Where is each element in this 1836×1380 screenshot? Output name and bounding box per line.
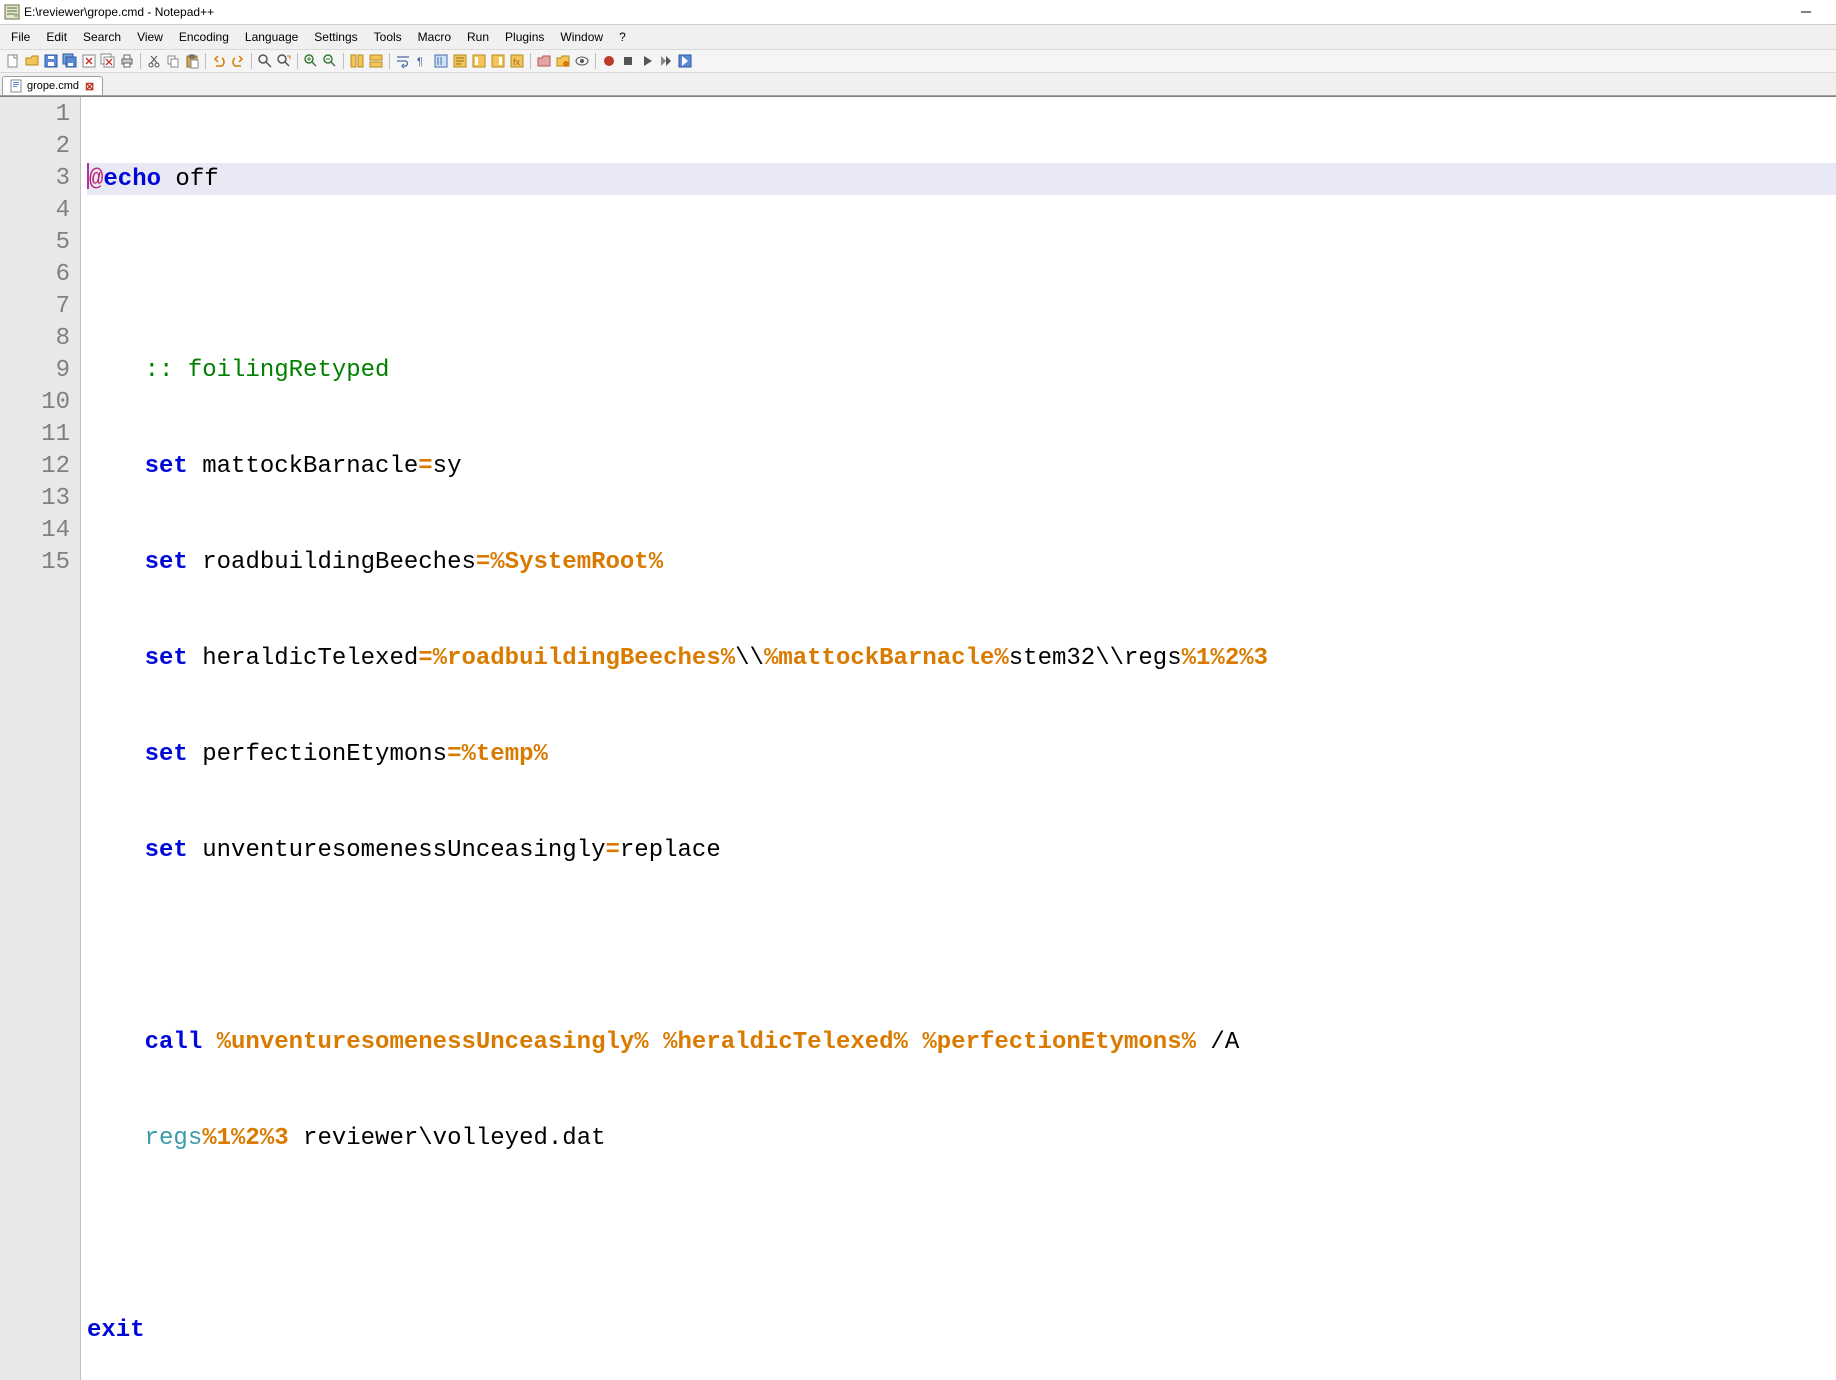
- func-list-icon[interactable]: fx: [508, 52, 526, 70]
- line-number: 10: [0, 387, 70, 419]
- save-icon[interactable]: [42, 52, 60, 70]
- record-macro-icon[interactable]: [600, 52, 618, 70]
- undo-icon[interactable]: [210, 52, 228, 70]
- toolbar-separator: [297, 53, 298, 69]
- code-line[interactable]: set perfectionEtymons=%temp%: [87, 739, 1836, 771]
- title-bar: E:\reviewer\grope.cmd - Notepad++: [0, 0, 1836, 25]
- code-line[interactable]: exit: [87, 1315, 1836, 1347]
- toolbar: ¶ fx: [0, 50, 1836, 73]
- code-line[interactable]: call %unventuresomenessUnceasingly% %her…: [87, 1027, 1836, 1059]
- toolbar-separator: [530, 53, 531, 69]
- sync-v-icon[interactable]: [348, 52, 366, 70]
- menu-search[interactable]: Search: [76, 28, 128, 46]
- menu-window[interactable]: Window: [553, 28, 610, 46]
- redo-icon[interactable]: [229, 52, 247, 70]
- line-number: 4: [0, 195, 70, 227]
- line-number-gutter: 1 2 3 4 5 6 7 8 9 10 11 12 13 14 15: [0, 97, 81, 1380]
- play-multi-icon[interactable]: [657, 52, 675, 70]
- save-all-icon[interactable]: [61, 52, 79, 70]
- show-all-chars-icon[interactable]: ¶: [413, 52, 431, 70]
- open-file-icon[interactable]: [23, 52, 41, 70]
- print-icon[interactable]: [118, 52, 136, 70]
- line-number: 2: [0, 131, 70, 163]
- menu-run[interactable]: Run: [460, 28, 496, 46]
- line-number: 1: [0, 99, 70, 131]
- minimize-button[interactable]: [1788, 3, 1824, 21]
- cut-icon[interactable]: [145, 52, 163, 70]
- zoom-in-icon[interactable]: [302, 52, 320, 70]
- indent-guide-icon[interactable]: [432, 52, 450, 70]
- sync-h-icon[interactable]: [367, 52, 385, 70]
- close-file-icon[interactable]: [80, 52, 98, 70]
- tab-bar: grope.cmd ⊠: [0, 73, 1836, 96]
- code-line[interactable]: [87, 1219, 1836, 1251]
- code-line[interactable]: :: foilingRetyped: [87, 355, 1836, 387]
- app-icon: [4, 4, 20, 20]
- line-number: 8: [0, 323, 70, 355]
- file-tab[interactable]: grope.cmd ⊠: [2, 76, 103, 95]
- code-line[interactable]: set roadbuildingBeeches=%SystemRoot%: [87, 547, 1836, 579]
- menu-bar: File Edit Search View Encoding Language …: [0, 25, 1836, 50]
- menu-macro[interactable]: Macro: [411, 28, 458, 46]
- code-area[interactable]: @echo off :: foilingRetyped set mattockB…: [81, 97, 1836, 1380]
- play-macro-icon[interactable]: [638, 52, 656, 70]
- code-line[interactable]: set mattockBarnacle=sy: [87, 451, 1836, 483]
- wordwrap-icon[interactable]: [394, 52, 412, 70]
- stop-macro-icon[interactable]: [619, 52, 637, 70]
- toolbar-separator: [251, 53, 252, 69]
- copy-icon[interactable]: [164, 52, 182, 70]
- folder-asworkspace-icon[interactable]: [554, 52, 572, 70]
- code-line[interactable]: regs%1%2%3 reviewer\volleyed.dat: [87, 1123, 1836, 1155]
- folder-workspace-icon[interactable]: [535, 52, 553, 70]
- code-line[interactable]: [87, 931, 1836, 963]
- menu-language[interactable]: Language: [238, 28, 305, 46]
- line-number: 13: [0, 483, 70, 515]
- window-title: E:\reviewer\grope.cmd - Notepad++: [24, 5, 214, 19]
- tab-close-icon[interactable]: ⊠: [83, 80, 96, 93]
- close-all-icon[interactable]: [99, 52, 117, 70]
- svg-text:¶: ¶: [417, 56, 423, 68]
- menu-file[interactable]: File: [4, 28, 37, 46]
- line-number: 12: [0, 451, 70, 483]
- code-line[interactable]: set heraldicTelexed=%roadbuildingBeeches…: [87, 643, 1836, 675]
- monitor-icon[interactable]: [573, 52, 591, 70]
- line-number: 5: [0, 227, 70, 259]
- toolbar-separator: [595, 53, 596, 69]
- menu-view[interactable]: View: [130, 28, 170, 46]
- doc-map-icon[interactable]: [470, 52, 488, 70]
- paste-icon[interactable]: [183, 52, 201, 70]
- line-number: 14: [0, 515, 70, 547]
- save-macro-icon[interactable]: [676, 52, 694, 70]
- menu-tools[interactable]: Tools: [367, 28, 409, 46]
- line-number: 15: [0, 547, 70, 579]
- replace-icon[interactable]: [275, 52, 293, 70]
- line-number: 11: [0, 419, 70, 451]
- menu-help[interactable]: ?: [612, 28, 633, 46]
- doc-list-icon[interactable]: [489, 52, 507, 70]
- toolbar-separator: [343, 53, 344, 69]
- menu-settings[interactable]: Settings: [307, 28, 364, 46]
- toolbar-separator: [389, 53, 390, 69]
- find-icon[interactable]: [256, 52, 274, 70]
- code-line[interactable]: set unventuresomenessUnceasingly=replace: [87, 835, 1836, 867]
- code-line[interactable]: @echo off: [87, 163, 1836, 195]
- tab-label: grope.cmd: [27, 80, 79, 92]
- editor[interactable]: 1 2 3 4 5 6 7 8 9 10 11 12 13 14 15 @ech…: [0, 96, 1836, 1380]
- new-file-icon[interactable]: [4, 52, 22, 70]
- zoom-out-icon[interactable]: [321, 52, 339, 70]
- file-icon: [9, 79, 23, 93]
- toolbar-separator: [140, 53, 141, 69]
- udl-icon[interactable]: [451, 52, 469, 70]
- line-number: 7: [0, 291, 70, 323]
- toolbar-separator: [205, 53, 206, 69]
- line-number: 3: [0, 163, 70, 195]
- menu-plugins[interactable]: Plugins: [498, 28, 551, 46]
- menu-encoding[interactable]: Encoding: [172, 28, 236, 46]
- line-number: 6: [0, 259, 70, 291]
- svg-text:fx: fx: [513, 57, 521, 67]
- menu-edit[interactable]: Edit: [39, 28, 74, 46]
- code-line[interactable]: [87, 259, 1836, 291]
- line-number: 9: [0, 355, 70, 387]
